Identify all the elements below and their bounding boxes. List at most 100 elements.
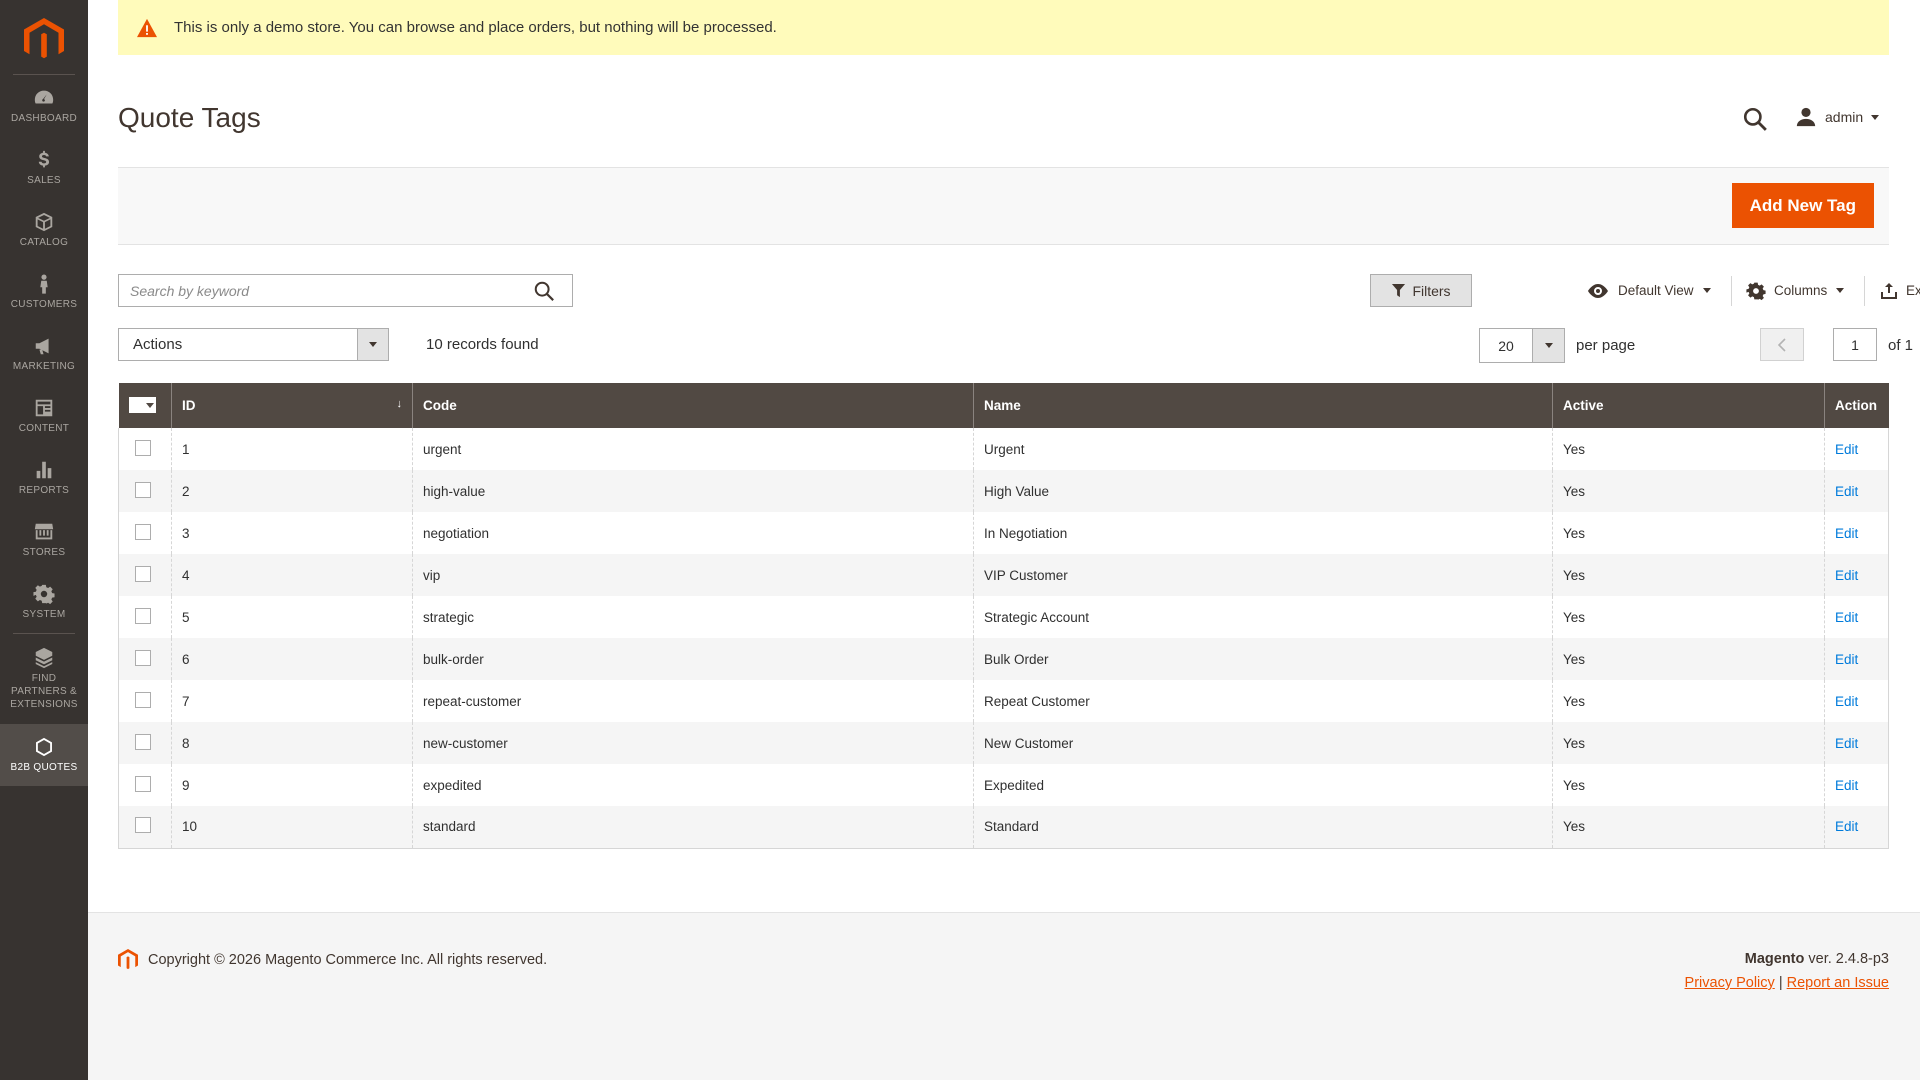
per-page-select[interactable]: 20 [1479,328,1565,363]
mass-actions-label: Actions [133,336,183,353]
cell-action: Edit [1824,680,1889,722]
add-new-tag-button[interactable]: Add New Tag [1731,183,1874,228]
version-text: ver. 2.4.8-p3 [1808,951,1889,967]
filters-button[interactable]: Filters [1370,274,1472,307]
report-issue-link[interactable]: Report an Issue [1787,975,1889,991]
row-select-cell [118,806,172,849]
export-icon [1881,282,1897,299]
row-checkbox[interactable] [135,607,151,624]
row-checkbox[interactable] [135,523,151,540]
box-icon [33,211,55,233]
sort-arrow-icon: ↓ [396,398,403,410]
row-checkbox[interactable] [135,775,151,792]
row-checkbox[interactable] [135,649,151,666]
search-icon[interactable] [533,280,555,302]
cell-active: Yes [1552,680,1825,722]
default-view-dropdown[interactable]: Default View [1586,274,1711,307]
row-select-cell [118,596,172,638]
extensions-icon [33,647,55,669]
sidebar-item-system[interactable]: System [0,571,88,633]
columns-dropdown[interactable]: Columns [1746,274,1845,307]
cell-action: Edit [1824,512,1889,554]
cell-action: Edit [1824,554,1889,596]
sidebar-item-dashboard[interactable]: Dashboard [0,75,88,137]
sidebar-item-content[interactable]: Content [0,385,88,447]
row-checkbox[interactable] [135,733,151,750]
cell-code: repeat-customer [412,680,974,722]
toolbar-divider [1731,276,1732,306]
edit-link[interactable]: Edit [1835,526,1858,541]
cell-name: In Negotiation [973,512,1553,554]
search-input[interactable] [119,275,519,306]
row-select-cell [118,638,172,680]
cell-id: 9 [171,764,413,806]
edit-link[interactable]: Edit [1835,819,1858,834]
row-select-cell [118,764,172,806]
table-row[interactable]: 5 strategic Strategic Account Yes Edit [118,596,1889,638]
edit-link[interactable]: Edit [1835,652,1858,667]
export-dropdown[interactable]: Export [1880,274,1920,307]
table-row[interactable]: 9 expedited Expedited Yes Edit [118,764,1889,806]
sidebar-item-find-partners[interactable]: Find Partners & Extensions [0,634,88,724]
sidebar-item-customers[interactable]: Customers [0,261,88,323]
edit-link[interactable]: Edit [1835,736,1858,751]
sidebar-item-stores[interactable]: Stores [0,509,88,571]
row-select-cell [118,470,172,512]
row-checkbox[interactable] [135,565,151,582]
sidebar-item-marketing[interactable]: Marketing [0,323,88,385]
table-row[interactable]: 4 vip VIP Customer Yes Edit [118,554,1889,596]
cell-action: Edit [1824,722,1889,764]
mass-actions-select[interactable]: Actions [118,328,389,361]
demo-notice-text: This is only a demo store. You can brows… [174,19,777,36]
default-view-label: Default View [1618,283,1694,298]
mass-select-checkbox[interactable] [128,397,156,413]
toolbar-divider [1864,276,1865,306]
row-checkbox[interactable] [135,817,151,834]
column-header-id[interactable]: ID ↓ [171,383,413,428]
sidebar-item-catalog[interactable]: Catalog [0,199,88,261]
sidebar-item-b2b-quotes[interactable]: B2B Quotes [0,724,88,786]
previous-page-button[interactable] [1760,328,1804,361]
cell-id: 1 [171,428,413,470]
column-header-active[interactable]: Active [1552,383,1825,428]
table-row[interactable]: 6 bulk-order Bulk Order Yes Edit [118,638,1889,680]
edit-link[interactable]: Edit [1835,778,1858,793]
per-page-value: 20 [1498,337,1514,354]
demo-notice: This is only a demo store. You can brows… [118,0,1889,55]
magento-logo-icon[interactable] [24,18,64,62]
table-row[interactable]: 10 standard Standard Yes Edit [118,806,1889,849]
cell-id: 2 [171,470,413,512]
cell-code: negotiation [412,512,974,554]
row-checkbox[interactable] [135,691,151,708]
edit-link[interactable]: Edit [1835,694,1858,709]
cell-active: Yes [1552,470,1825,512]
column-header-name[interactable]: Name [973,383,1553,428]
cell-id: 7 [171,680,413,722]
privacy-policy-link[interactable]: Privacy Policy [1685,975,1775,991]
column-header-code[interactable]: Code [412,383,974,428]
table-row[interactable]: 8 new-customer New Customer Yes Edit [118,722,1889,764]
sidebar-item-label: System [22,609,66,620]
admin-user-menu[interactable]: admin [1795,106,1880,128]
edit-link[interactable]: Edit [1835,610,1858,625]
sidebar-item-label: Dashboard [10,113,78,124]
sidebar-item-sales[interactable]: Sales [0,137,88,199]
cell-active: Yes [1552,722,1825,764]
copyright-text: Copyright © 2026 Magento Commerce Inc. A… [148,952,548,968]
admin-username: admin [1825,109,1864,125]
table-row[interactable]: 3 negotiation In Negotiation Yes Edit [118,512,1889,554]
edit-link[interactable]: Edit [1835,568,1858,583]
edit-link[interactable]: Edit [1835,484,1858,499]
table-row[interactable]: 7 repeat-customer Repeat Customer Yes Edit [118,680,1889,722]
cell-code: urgent [412,428,974,470]
table-row[interactable]: 2 high-value High Value Yes Edit [118,470,1889,512]
row-checkbox[interactable] [135,439,151,456]
current-page-input[interactable] [1833,328,1877,361]
search-icon[interactable] [1742,106,1768,132]
edit-link[interactable]: Edit [1835,442,1858,457]
row-checkbox[interactable] [135,481,151,498]
sidebar-item-reports[interactable]: Reports [0,447,88,509]
person-icon [33,273,55,295]
warning-icon [137,18,157,37]
table-row[interactable]: 1 urgent Urgent Yes Edit [118,428,1889,470]
